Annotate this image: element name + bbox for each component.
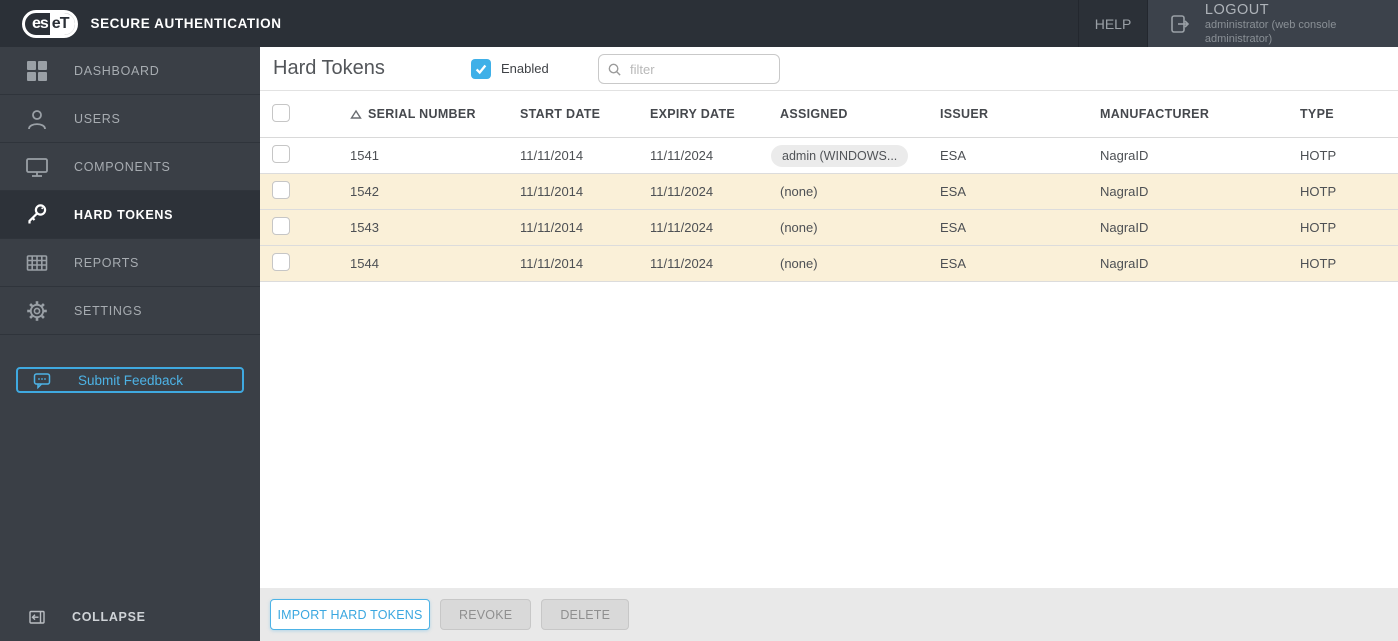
brand: es eT SECURE AUTHENTICATION (0, 9, 282, 38)
key-icon (24, 202, 50, 228)
select-all-checkbox[interactable] (272, 103, 290, 122)
sidebar-item-label: COMPONENTS (74, 159, 171, 174)
column-header-manufacturer[interactable]: MANUFACTURER (1100, 107, 1300, 121)
sidebar-item-dashboard[interactable]: DASHBOARD (0, 47, 260, 95)
dashboard-grid-icon (24, 58, 50, 84)
user-icon (24, 106, 50, 132)
import-hard-tokens-button[interactable]: IMPORT HARD TOKENS (270, 599, 430, 630)
sidebar: DASHBOARD USERS COMPONENTS HARD TOKENS R… (0, 47, 260, 641)
collapse-icon (28, 608, 46, 626)
table-row[interactable]: 1543 11/11/2014 11/11/2024 (none) ESA Na… (260, 210, 1398, 246)
row-checkbox[interactable] (272, 253, 290, 271)
enabled-checkbox[interactable] (471, 58, 491, 79)
filter-box (598, 54, 806, 84)
hard-tokens-table: SERIAL NUMBER START DATE EXPIRY DATE ASS… (260, 91, 1398, 282)
submit-feedback-label: Submit Feedback (78, 372, 184, 388)
enabled-checkbox-label: Enabled (501, 61, 549, 76)
top-bar: es eT SECURE AUTHENTICATION HELP LOGOUT … (0, 0, 1398, 47)
column-header-assigned[interactable]: ASSIGNED (780, 107, 940, 121)
eset-logo-left: es (32, 14, 49, 32)
table-row[interactable]: 1542 11/11/2014 11/11/2024 (none) ESA Na… (260, 174, 1398, 210)
sidebar-item-users[interactable]: USERS (0, 95, 260, 143)
product-name: SECURE AUTHENTICATION (90, 16, 282, 31)
logout-label: LOGOUT (1204, 1, 1270, 18)
column-header-issuer[interactable]: ISSUER (940, 107, 1100, 121)
sidebar-item-reports[interactable]: REPORTS (0, 239, 260, 287)
column-header-type[interactable]: TYPE (1300, 107, 1398, 121)
content-header: Hard Tokens Enabled (260, 47, 1398, 91)
sidebar-item-label: USERS (74, 111, 121, 126)
table-header-row: SERIAL NUMBER START DATE EXPIRY DATE ASS… (260, 91, 1398, 138)
sidebar-item-label: DASHBOARD (74, 63, 160, 78)
eset-logo-right: eT (49, 12, 76, 35)
eset-logo: es eT (22, 9, 79, 38)
row-checkbox[interactable] (272, 217, 290, 235)
sort-ascending-icon (350, 109, 362, 120)
sidebar-item-label: SETTINGS (74, 303, 143, 318)
search-icon (607, 62, 622, 77)
assigned-user-badge: admin (WINDOWS... (771, 144, 909, 167)
filter-input[interactable] (630, 61, 806, 77)
collapse-button[interactable]: COLLAPSE (0, 593, 260, 641)
monitor-icon (24, 154, 50, 180)
sidebar-item-hard-tokens[interactable]: HARD TOKENS (0, 191, 260, 239)
logout-subtitle: administrator (web console administrator… (1204, 18, 1337, 45)
row-checkbox[interactable] (272, 145, 290, 163)
logout-icon (1168, 11, 1193, 37)
help-label: HELP (1094, 15, 1132, 32)
logout-button[interactable]: LOGOUT administrator (web console admini… (1148, 0, 1398, 47)
speech-bubble-icon (32, 370, 52, 390)
row-checkbox[interactable] (272, 181, 290, 199)
sidebar-item-label: REPORTS (74, 255, 140, 270)
collapse-label: COLLAPSE (72, 610, 146, 624)
sidebar-item-settings[interactable]: SETTINGS (0, 287, 260, 335)
help-button[interactable]: HELP (1078, 0, 1148, 47)
page-title: Hard Tokens (273, 57, 385, 79)
action-bar: IMPORT HARD TOKENS REVOKE DELETE (260, 588, 1398, 641)
column-header-serial-number[interactable]: SERIAL NUMBER (350, 107, 520, 121)
sidebar-item-components[interactable]: COMPONENTS (0, 143, 260, 191)
column-header-expiry-date[interactable]: EXPIRY DATE (650, 107, 780, 121)
delete-button[interactable]: DELETE (541, 599, 630, 630)
column-header-start-date[interactable]: START DATE (520, 107, 650, 121)
table-row[interactable]: 1544 11/11/2014 11/11/2024 (none) ESA Na… (260, 246, 1398, 282)
revoke-button[interactable]: REVOKE (440, 599, 532, 630)
submit-feedback-button[interactable]: Submit Feedback (16, 367, 244, 393)
report-table-icon (24, 250, 50, 276)
gear-icon (24, 298, 50, 324)
sidebar-item-label: HARD TOKENS (74, 207, 174, 222)
main-content: Hard Tokens Enabled filter SERIAL NUMBER… (260, 47, 1398, 641)
table-row[interactable]: 1541 11/11/2014 11/11/2024 admin (WINDOW… (260, 138, 1398, 174)
